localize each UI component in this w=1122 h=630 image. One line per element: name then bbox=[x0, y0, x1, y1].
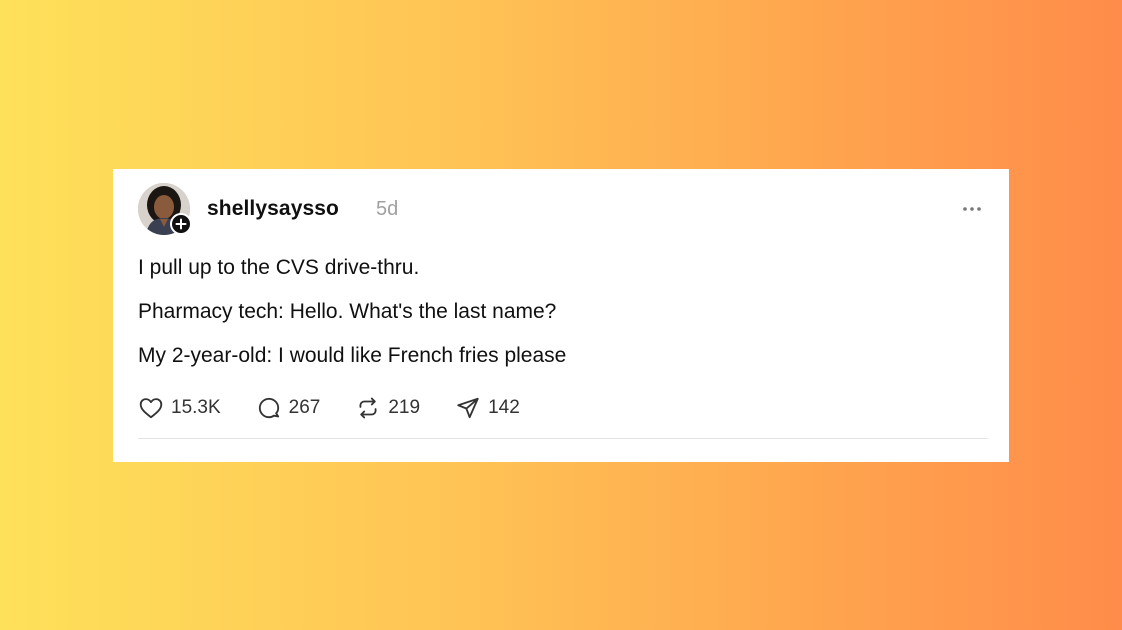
follow-button[interactable] bbox=[170, 213, 192, 235]
username[interactable]: shellysaysso bbox=[207, 197, 339, 221]
plus-icon bbox=[175, 218, 187, 230]
heart-icon bbox=[139, 398, 163, 419]
reply-count: 267 bbox=[288, 397, 321, 418]
share-count: 142 bbox=[488, 397, 520, 418]
reply-button[interactable]: 267 bbox=[256, 395, 321, 421]
more-horizontal-icon bbox=[963, 207, 981, 211]
like-button[interactable]: 15.3K bbox=[138, 395, 221, 421]
more-options-button[interactable] bbox=[960, 197, 984, 221]
post-text-line: My 2-year-old: I would like French fries… bbox=[138, 344, 567, 367]
post-content: I pull up to the CVS drive-thru. Pharmac… bbox=[138, 253, 984, 385]
comment-bubble-icon bbox=[258, 397, 279, 419]
post-text-line: Pharmacy tech: Hello. What's the last na… bbox=[138, 300, 557, 323]
repost-button[interactable]: 219 bbox=[355, 395, 420, 421]
divider bbox=[138, 438, 988, 439]
post-actions: 15.3K 267 219 142 bbox=[138, 394, 555, 422]
post-timestamp: 5d bbox=[376, 198, 399, 220]
send-paper-plane-icon bbox=[457, 397, 479, 419]
repost-arrows-icon bbox=[359, 397, 377, 419]
like-count: 15.3K bbox=[171, 397, 221, 418]
share-button[interactable]: 142 bbox=[455, 395, 520, 421]
post-header: shellysaysso 5d bbox=[138, 183, 984, 235]
repost-count: 219 bbox=[388, 397, 421, 418]
post-text-line: I pull up to the CVS drive-thru. bbox=[138, 256, 420, 279]
post-card: shellysaysso 5d I pull up to the CVS dri… bbox=[113, 169, 1009, 462]
